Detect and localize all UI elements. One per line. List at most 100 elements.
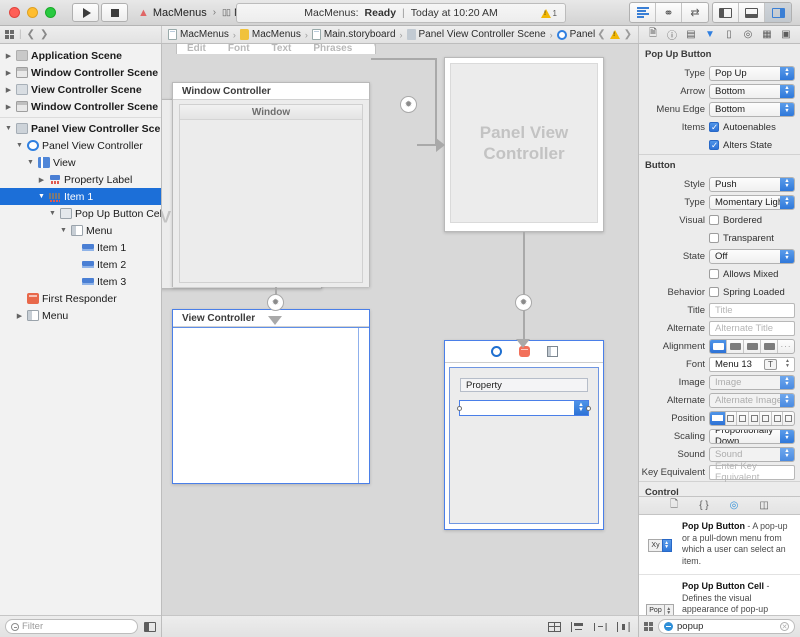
checkbox-box[interactable] bbox=[709, 287, 719, 297]
align-justify-segment[interactable] bbox=[761, 340, 778, 353]
breadcrumb-item-scene[interactable]: Panel View Controller Scene bbox=[407, 29, 546, 40]
application-menubar-scene[interactable]: Edit Font Text Phrases Window Help bbox=[176, 44, 376, 54]
disclosure-triangle-icon[interactable]: ▶ bbox=[4, 52, 13, 60]
code-snippet-library-tab[interactable]: { } bbox=[699, 500, 708, 511]
breadcrumb-item-view-controller[interactable]: Panel View Controller bbox=[557, 29, 598, 40]
resize-handle-left[interactable] bbox=[457, 406, 462, 411]
font-size-stepper-icon[interactable]: ▲▼ bbox=[783, 358, 792, 371]
outline-row[interactable]: ▶Window Controller Scene bbox=[0, 64, 161, 81]
library-item[interactable]: Pop▲▼Pop Up Button Cell - Defines the vi… bbox=[639, 575, 800, 615]
panel-view-area[interactable]: Property ▲▼ bbox=[449, 367, 599, 524]
checkbox-box[interactable] bbox=[709, 215, 719, 225]
popup-type-select[interactable]: Pop Up▲▼ bbox=[709, 66, 795, 81]
popup-button[interactable]: ▲▼ bbox=[459, 400, 589, 416]
stack-view-button[interactable] bbox=[547, 621, 561, 633]
outline-row[interactable]: ▶Property Label bbox=[0, 171, 161, 188]
bordered-checkbox[interactable]: Bordered bbox=[709, 215, 762, 226]
outline-row[interactable]: ▼Panel View Controller bbox=[0, 137, 161, 154]
outline-row[interactable]: ▶Item 2 bbox=[0, 256, 161, 273]
outline-row[interactable]: ▼View bbox=[0, 154, 161, 171]
zoom-window-button[interactable] bbox=[45, 7, 56, 18]
breadcrumb-item-storyboard[interactable]: Main.storyboard bbox=[312, 29, 396, 40]
font-picker-icon[interactable]: T bbox=[764, 359, 777, 370]
title-only-segment[interactable] bbox=[726, 412, 738, 425]
button-alternate-title-field[interactable]: Alternate Title bbox=[709, 321, 795, 336]
library-search-field[interactable]: popup ✕ bbox=[658, 619, 795, 634]
identity-inspector-tab[interactable]: ▤ bbox=[685, 29, 697, 41]
align-natural-segment[interactable]: ··· bbox=[778, 340, 794, 353]
scene-window-controller[interactable]: Window Controller Window bbox=[172, 82, 370, 287]
outline-row[interactable]: ▶Window Controller Scene bbox=[0, 98, 161, 115]
document-outline-list[interactable]: ▶Application Scene▶Window Controller Sce… bbox=[0, 44, 161, 615]
pin-button[interactable] bbox=[593, 621, 607, 633]
toggle-debug-area-button[interactable] bbox=[739, 3, 765, 22]
transparent-checkbox[interactable]: Transparent bbox=[709, 233, 774, 244]
font-field[interactable]: Menu 13T▲▼ bbox=[709, 357, 795, 372]
attributes-inspector-body[interactable]: Pop Up ButtonTypePop Up▲▼ArrowBottom▲▼Me… bbox=[639, 44, 800, 496]
resize-handle-right[interactable] bbox=[586, 406, 591, 411]
connections-inspector-tab[interactable]: ◎ bbox=[742, 29, 754, 41]
scene-view-controller-bottom[interactable]: View Controller bbox=[172, 309, 370, 484]
button-title-field[interactable]: Title bbox=[709, 303, 795, 318]
alternate-image-select[interactable]: Alternate Image▲▼ bbox=[709, 393, 795, 408]
forward-button[interactable]: ❯ bbox=[40, 29, 48, 40]
media-library-tab[interactable]: ◫ bbox=[759, 500, 768, 511]
segue-badge[interactable]: ✹ bbox=[515, 294, 532, 311]
outline-row[interactable]: ▼Menu bbox=[0, 222, 161, 239]
disclosure-triangle-icon[interactable]: ▼ bbox=[4, 125, 13, 132]
size-inspector-tab[interactable]: ▯ bbox=[723, 29, 735, 41]
version-editor-button[interactable]: ⇄ bbox=[682, 3, 708, 22]
bindings-inspector-tab[interactable]: ▦ bbox=[761, 29, 773, 41]
alignment-segmented-control[interactable]: ··· bbox=[709, 339, 795, 354]
outline-row[interactable]: ▶View Controller Scene bbox=[0, 81, 161, 98]
checkbox-box[interactable] bbox=[709, 122, 719, 132]
outline-row[interactable]: ▶Item 3 bbox=[0, 273, 161, 290]
disclosure-triangle-icon[interactable]: ▼ bbox=[15, 142, 24, 149]
library-item[interactable]: Xy▲▼Pop Up Button - A pop-up or a pull-d… bbox=[639, 515, 800, 575]
checkbox-box[interactable] bbox=[709, 269, 719, 279]
disclosure-triangle-icon[interactable]: ▼ bbox=[59, 227, 68, 234]
align-right-segment[interactable] bbox=[744, 340, 761, 353]
popup-menu-edge-select[interactable]: Bottom▲▼ bbox=[709, 102, 795, 117]
checkbox-box[interactable] bbox=[709, 140, 719, 150]
disclosure-triangle-icon[interactable]: ▶ bbox=[4, 103, 13, 111]
align-button[interactable] bbox=[570, 621, 584, 633]
allows-mixed-checkbox[interactable]: Allows Mixed bbox=[709, 269, 778, 280]
warning-indicator[interactable]: 1 bbox=[541, 9, 557, 18]
minimize-window-button[interactable] bbox=[27, 7, 38, 18]
breadcrumb-item-project[interactable]: MacMenus bbox=[168, 29, 229, 40]
outline-filter-field[interactable]: Filter bbox=[5, 619, 138, 634]
disclosure-triangle-icon[interactable]: ▶ bbox=[4, 69, 13, 77]
checkbox-box[interactable] bbox=[709, 233, 719, 243]
property-label[interactable]: Property bbox=[460, 378, 588, 392]
key-equivalent-field[interactable]: Enter Key Equivalent bbox=[709, 465, 795, 480]
clear-search-icon[interactable]: ✕ bbox=[780, 622, 789, 631]
outline-row[interactable]: ▶First Responder bbox=[0, 290, 161, 307]
run-button[interactable] bbox=[72, 3, 99, 22]
object-library-tab[interactable]: ◎ bbox=[730, 500, 739, 511]
scene-panel-selected[interactable]: Property ▲▼ bbox=[444, 340, 604, 530]
outline-row[interactable]: ▼Pop Up Button Cell bbox=[0, 205, 161, 222]
image-overlaps-segment[interactable] bbox=[783, 412, 794, 425]
popup-arrow-select[interactable]: Bottom▲▼ bbox=[709, 84, 795, 99]
image-below-segment[interactable] bbox=[760, 412, 772, 425]
disclosure-triangle-icon[interactable]: ▼ bbox=[48, 210, 57, 217]
position-segmented-control[interactable] bbox=[709, 411, 795, 426]
autoenables-checkbox[interactable]: Autoenables bbox=[709, 122, 776, 133]
disclosure-triangle-icon[interactable]: ▶ bbox=[37, 176, 46, 184]
library-chooser-icon[interactable] bbox=[644, 622, 653, 631]
segue-badge[interactable]: ✹ bbox=[400, 96, 417, 113]
image-select[interactable]: Image▲▼ bbox=[709, 375, 795, 390]
outline-row[interactable]: ▼Item 1 bbox=[0, 188, 161, 205]
outline-row[interactable]: ▶Menu bbox=[0, 307, 161, 324]
assistant-editor-button[interactable]: ⚭ bbox=[656, 3, 682, 22]
previous-issue-button[interactable]: ❮ bbox=[597, 29, 605, 40]
object-library-list[interactable]: Xy▲▼Pop Up Button - A pop-up or a pull-d… bbox=[639, 515, 800, 615]
image-only-segment[interactable] bbox=[710, 412, 726, 425]
segue-badge[interactable]: ✹ bbox=[267, 294, 284, 311]
button-style-select[interactable]: Push▲▼ bbox=[709, 177, 795, 192]
outline-row[interactable]: ▼Panel View Controller Scene bbox=[0, 120, 161, 137]
align-center-segment[interactable] bbox=[727, 340, 744, 353]
alters-state-checkbox[interactable]: Alters State bbox=[709, 140, 772, 151]
button-type-select[interactable]: Momentary Light▲▼ bbox=[709, 195, 795, 210]
